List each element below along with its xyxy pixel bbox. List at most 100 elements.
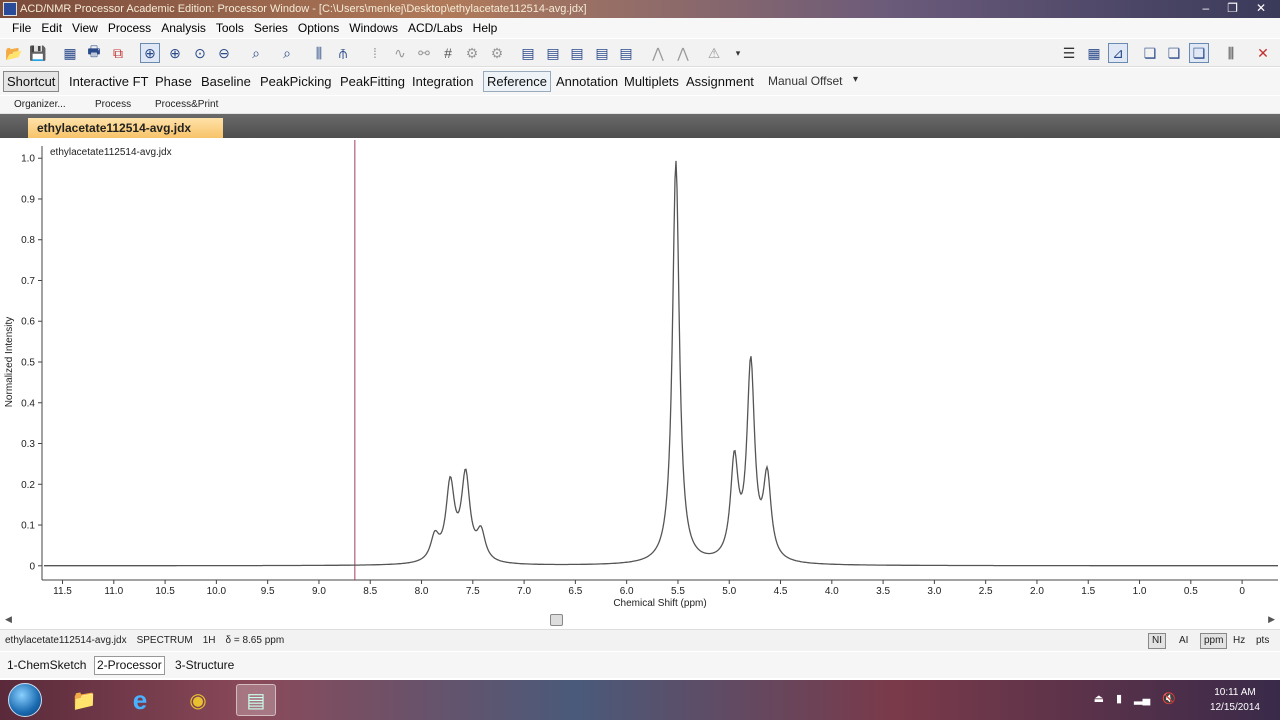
scroll-left-icon[interactable]: ◀ bbox=[5, 614, 12, 625]
clock[interactable]: 10:11 AM 12/15/2014 bbox=[1210, 685, 1260, 715]
process-button[interactable]: Process bbox=[95, 99, 131, 110]
overflow-icon[interactable]: ▾ bbox=[728, 43, 748, 63]
layout-4-icon[interactable]: ▤ bbox=[592, 43, 612, 63]
chevron-down-icon[interactable]: ▾ bbox=[853, 74, 858, 85]
phase-button[interactable]: Phase bbox=[151, 71, 196, 92]
pdf-icon[interactable]: ⧉ bbox=[108, 43, 128, 63]
spectrum-chart[interactable]: 1.0 0.9 0.8 0.7 0.6 0.5 0.4 0.3 0.2 0.1 0 11.5 11.0 1… bbox=[0, 138, 1280, 612]
peak-apex[interactable] bbox=[764, 464, 770, 470]
layout-5-icon[interactable]: ▤ bbox=[616, 43, 636, 63]
peak-apex[interactable] bbox=[478, 523, 484, 529]
layout-1-icon[interactable]: ▤ bbox=[518, 43, 538, 63]
zoom-out-icon[interactable]: ⊖ bbox=[214, 43, 234, 63]
peak-marker-icon[interactable]: ⫼ bbox=[309, 43, 329, 63]
module-structure[interactable]: 3-Structure bbox=[172, 656, 237, 675]
settings-icon[interactable]: ⚙ bbox=[462, 43, 482, 63]
integration-button[interactable]: Integration bbox=[408, 71, 477, 92]
menu-help[interactable]: Help bbox=[468, 21, 503, 35]
horizontal-scrollbar[interactable]: ◀ ▶ bbox=[0, 612, 1280, 628]
peak-apex[interactable] bbox=[731, 447, 737, 453]
organizer-button[interactable]: Organizer... bbox=[14, 99, 66, 110]
magnify-icon[interactable]: ⌕ bbox=[246, 43, 266, 63]
window-2-icon[interactable]: ❏ bbox=[1164, 43, 1184, 63]
zoom-region-icon[interactable]: ⊙ bbox=[190, 43, 210, 63]
peakpicking-button[interactable]: PeakPicking bbox=[256, 71, 336, 92]
menu-tools[interactable]: Tools bbox=[211, 21, 249, 35]
internet-explorer-icon[interactable]: e bbox=[120, 684, 160, 716]
table-icon[interactable]: ▦ bbox=[60, 43, 80, 63]
annotation-button[interactable]: Annotation bbox=[552, 71, 622, 92]
peak-apex[interactable] bbox=[463, 466, 469, 472]
peak-apex[interactable] bbox=[447, 473, 453, 479]
close-icon[interactable]: ✕ bbox=[1256, 0, 1266, 18]
document-tab[interactable]: ethylacetate112514-avg.jdx bbox=[28, 118, 223, 138]
zoom-full-icon[interactable]: ⊕ bbox=[140, 43, 160, 63]
magnify-plus-icon[interactable]: ⌕ bbox=[277, 43, 297, 63]
open-icon[interactable]: 📂 bbox=[4, 43, 24, 63]
acd-nmr-icon[interactable]: ▤ bbox=[236, 684, 276, 716]
hash-icon[interactable]: # bbox=[438, 43, 458, 63]
menu-series[interactable]: Series bbox=[249, 21, 293, 35]
baseline-button[interactable]: Baseline bbox=[197, 71, 255, 92]
save-icon[interactable]: 💾 bbox=[28, 43, 48, 63]
ppm-button[interactable]: ppm bbox=[1200, 633, 1228, 649]
gear-icon[interactable]: ⚙ bbox=[487, 43, 507, 63]
volume-icon[interactable]: 🔇 bbox=[1162, 692, 1176, 705]
usb-icon[interactable]: ⏏ bbox=[1094, 692, 1104, 705]
peak-label-icon[interactable]: ⫚ bbox=[333, 43, 353, 63]
layout-2-icon[interactable]: ▤ bbox=[543, 43, 563, 63]
exit-icon[interactable]: ✕ bbox=[1253, 43, 1273, 63]
peak-apex[interactable] bbox=[432, 528, 438, 534]
spectrum-plot-area[interactable]: 1.0 0.9 0.8 0.7 0.6 0.5 0.4 0.3 0.2 0.1 0 11.5 11.0 1… bbox=[0, 138, 1280, 612]
menu-acdlabs[interactable]: ACD/Labs bbox=[403, 21, 468, 35]
menu-process[interactable]: Process bbox=[103, 21, 156, 35]
ai-button[interactable]: AI bbox=[1175, 633, 1192, 649]
link-icon[interactable]: ⚯ bbox=[414, 43, 434, 63]
shortcut-button[interactable]: Shortcut bbox=[3, 71, 60, 92]
hz-button[interactable]: Hz bbox=[1229, 633, 1249, 649]
peak-list-icon[interactable]: ⫼ bbox=[1221, 43, 1241, 63]
multiplets-button[interactable]: Multiplets bbox=[620, 71, 683, 92]
minimize-icon[interactable]: – bbox=[1202, 0, 1209, 18]
scroll-thumb[interactable] bbox=[550, 614, 563, 626]
menu-file[interactable]: File bbox=[7, 21, 36, 35]
ni-button[interactable]: NI bbox=[1148, 633, 1166, 649]
assignment-button[interactable]: Assignment bbox=[682, 71, 758, 92]
spectrum-trace[interactable] bbox=[44, 160, 1278, 567]
manual-offset-button[interactable]: Manual Offset bbox=[764, 71, 846, 92]
tile-view-icon[interactable]: ▦ bbox=[1084, 43, 1104, 63]
curve-icon[interactable]: ∿ bbox=[390, 43, 410, 63]
restore-icon[interactable]: ❐ bbox=[1227, 0, 1238, 18]
start-button[interactable] bbox=[8, 683, 42, 717]
process-print-button[interactable]: Process&Print bbox=[155, 99, 218, 110]
window-1-icon[interactable]: ❏ bbox=[1140, 43, 1160, 63]
grid-icon[interactable]: ⁞ bbox=[365, 43, 385, 63]
scroll-right-icon[interactable]: ▶ bbox=[1268, 614, 1275, 625]
menu-analysis[interactable]: Analysis bbox=[156, 21, 211, 35]
list-view-icon[interactable]: ☰ bbox=[1059, 43, 1079, 63]
peakfitting-button[interactable]: PeakFitting bbox=[336, 71, 409, 92]
window-3-icon[interactable]: ❏ bbox=[1189, 43, 1209, 63]
warning-icon[interactable]: ⚠ bbox=[704, 43, 724, 63]
peak-apex[interactable] bbox=[748, 353, 754, 359]
peak-apex[interactable] bbox=[673, 158, 679, 164]
spectrum-view-icon[interactable]: ⊿ bbox=[1108, 43, 1128, 63]
module-processor[interactable]: 2-Processor bbox=[94, 656, 165, 675]
interactive-ft-button[interactable]: Interactive FT bbox=[65, 71, 152, 92]
explorer-icon[interactable]: 📁 bbox=[64, 684, 104, 716]
print-icon[interactable]: 🖶 bbox=[84, 43, 104, 63]
layout-3-icon[interactable]: ▤ bbox=[567, 43, 587, 63]
spectrum-icon[interactable]: ⋀ bbox=[673, 43, 693, 63]
multiplet-icon[interactable]: ⋀ bbox=[648, 43, 668, 63]
signal-icon[interactable]: ▂▄ bbox=[1134, 692, 1150, 705]
zoom-in-icon[interactable]: ⊕ bbox=[165, 43, 185, 63]
pts-button[interactable]: pts bbox=[1252, 633, 1273, 649]
chrome-icon[interactable]: ◉ bbox=[178, 684, 218, 716]
menu-edit[interactable]: Edit bbox=[36, 21, 67, 35]
menu-options[interactable]: Options bbox=[293, 21, 344, 35]
module-chemsketch[interactable]: 1-ChemSketch bbox=[4, 656, 89, 675]
menu-windows[interactable]: Windows bbox=[344, 21, 403, 35]
network-icon[interactable]: ▮ bbox=[1116, 692, 1122, 705]
reference-button[interactable]: Reference bbox=[483, 71, 551, 92]
menu-view[interactable]: View bbox=[67, 21, 103, 35]
